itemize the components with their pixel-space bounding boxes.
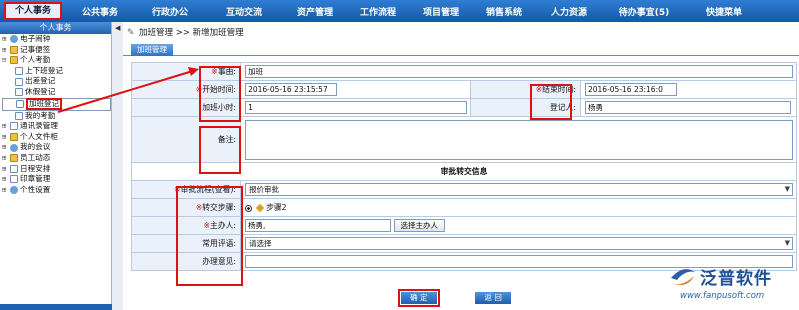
watermark-brand: 泛普软件: [700, 269, 772, 289]
watermark: 泛普软件 www.fanpusoft.com: [660, 262, 796, 306]
brand-logo-icon: [671, 269, 695, 285]
watermark-url: www.fanpusoft.com: [680, 291, 765, 301]
